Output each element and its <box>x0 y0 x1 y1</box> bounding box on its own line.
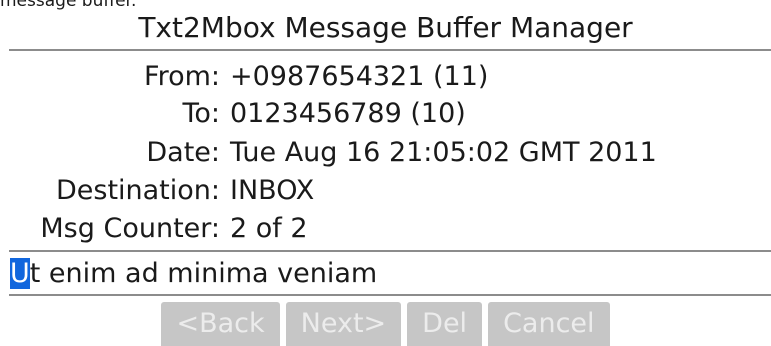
msg-counter-label: Msg Counter: <box>40 213 220 244</box>
title-divider <box>9 49 771 51</box>
from-label: From: <box>144 61 220 92</box>
text-cursor: U <box>10 258 30 289</box>
date-label: Date: <box>146 137 220 168</box>
destination-label: Destination: <box>55 175 220 206</box>
from-value: +0987654321 (11) <box>230 61 489 92</box>
from-row: From: +0987654321 (11) <box>0 58 488 95</box>
header-divider <box>9 250 771 252</box>
to-row: To: 0123456789 (10) <box>0 95 466 132</box>
button-bar: <Back Next> Del Cancel <box>0 302 771 346</box>
message-body-text: t enim ad minima veniam <box>29 258 378 289</box>
window-title: Txt2Mbox Message Buffer Manager <box>138 11 633 44</box>
date-row: Date: Tue Aug 16 21:05:02 GMT 2011 <box>0 134 657 171</box>
cancel-button[interactable]: Cancel <box>488 302 610 346</box>
date-value: Tue Aug 16 21:05:02 GMT 2011 <box>230 137 657 168</box>
msg-counter-value: 2 of 2 <box>230 213 308 244</box>
back-button[interactable]: <Back <box>161 302 280 346</box>
message-body-field[interactable]: Ut enim ad minima veniam <box>10 256 377 292</box>
destination-row: Destination: INBOX <box>0 172 314 209</box>
msg-counter-row: Msg Counter: 2 of 2 <box>0 210 308 247</box>
next-button[interactable]: Next> <box>285 302 402 346</box>
to-value: 0123456789 (10) <box>230 98 466 129</box>
destination-value: INBOX <box>230 175 315 206</box>
to-label: To: <box>182 98 220 129</box>
body-divider <box>9 294 771 296</box>
delete-button[interactable]: Del <box>407 302 483 346</box>
